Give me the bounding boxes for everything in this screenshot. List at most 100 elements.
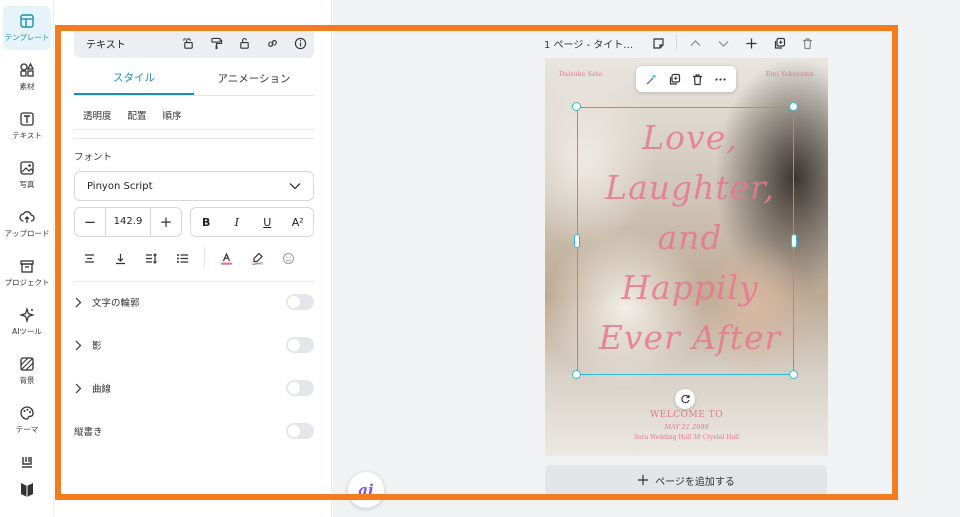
header-divider <box>676 35 677 51</box>
info-button[interactable] <box>286 32 314 54</box>
delete-element-button[interactable] <box>687 68 709 90</box>
rail-item-background[interactable]: 背景 <box>3 349 51 393</box>
chevron-right-icon[interactable] <box>74 383 92 394</box>
font-size-stepper: − 142.9 + <box>74 207 182 237</box>
link-icon <box>267 39 277 47</box>
resize-handle-bottom-right[interactable] <box>789 370 798 379</box>
resize-handle-top-right[interactable] <box>789 102 798 111</box>
info-icon <box>294 37 306 49</box>
unlock-button[interactable] <box>230 32 258 54</box>
more-horizontal-icon <box>715 77 726 81</box>
date-text: MAY 21 2099 <box>664 423 709 431</box>
text-align-button[interactable] <box>74 244 105 272</box>
rotate-button[interactable] <box>675 389 695 409</box>
emoji-button[interactable] <box>273 244 304 272</box>
duplicate-element-button[interactable] <box>664 68 686 90</box>
more-options-button[interactable] <box>710 68 732 90</box>
rail-item-ai-tools[interactable]: AIツール <box>3 300 51 344</box>
font-size-increase-button[interactable]: + <box>151 208 181 236</box>
subtab-align[interactable]: 配置 <box>128 104 147 130</box>
italic-button[interactable]: I <box>222 208 253 236</box>
shadow-switch[interactable] <box>286 337 314 353</box>
page-up-button[interactable] <box>681 32 709 54</box>
page-note-button[interactable] <box>644 32 672 54</box>
element-floating-toolbar <box>636 66 736 92</box>
text-color-button[interactable] <box>211 244 242 272</box>
subtab-order[interactable]: 順序 <box>163 104 182 130</box>
left-rail: テンプレート 素材 テキスト 写真 アップロード プロジェクト AIツール 背景… <box>0 0 54 517</box>
page-header: 1 ページ - タイト… <box>544 32 830 54</box>
duplicate-icon <box>774 37 785 49</box>
position-lock-icon <box>182 37 193 49</box>
resize-handle-left[interactable] <box>574 234 580 248</box>
magic-edit-button[interactable] <box>641 68 663 90</box>
text-color-icon <box>221 251 232 265</box>
text-icon <box>20 112 34 126</box>
page-down-button[interactable] <box>709 32 737 54</box>
rail-item-brand[interactable] <box>3 476 51 502</box>
ai-logo: ai <box>358 481 374 499</box>
font-size-decrease-button[interactable]: − <box>75 208 105 236</box>
vertical-text-switch[interactable] <box>286 423 314 439</box>
chevron-right-icon[interactable] <box>74 297 92 308</box>
unlock-icon <box>239 37 249 49</box>
font-select-value: Pinyon Script <box>87 180 153 192</box>
underline-button[interactable]: U <box>252 208 283 236</box>
bold-button[interactable]: B <box>191 208 222 236</box>
list-icon <box>177 253 188 263</box>
toggle-label: 影 <box>92 341 102 352</box>
paint-roller-button[interactable] <box>202 32 230 54</box>
text-style-panel: テキスト スタイル アニメーション 透明度 配置 順序 フォント Pinyon … <box>54 0 332 517</box>
rail-item-text[interactable]: テキスト <box>3 104 51 148</box>
list-button[interactable] <box>167 244 198 272</box>
lock-position-button[interactable] <box>174 32 202 54</box>
elements-icon <box>20 62 35 77</box>
link-button[interactable] <box>258 32 286 54</box>
font-size-value[interactable]: 142.9 <box>105 208 151 236</box>
rail-item-label: テキスト <box>12 131 42 140</box>
superscript-button[interactable]: A² <box>283 208 314 236</box>
duplicate-page-button[interactable] <box>765 32 793 54</box>
page-title[interactable]: 1 ページ - タイト… <box>544 36 644 51</box>
add-page-label: ページを追加する <box>655 476 735 488</box>
curve-switch[interactable] <box>286 380 314 396</box>
resize-handle-right[interactable] <box>791 234 797 248</box>
plus-icon <box>746 38 756 48</box>
resize-handle-top-left[interactable] <box>572 102 581 111</box>
ai-tools-icon <box>19 307 35 323</box>
rail-item-label: 素材 <box>19 82 35 91</box>
paint-roller-icon <box>210 37 222 49</box>
add-page-plus-button[interactable] <box>737 32 765 54</box>
vertical-align-icon <box>116 253 125 264</box>
rail-item-photo[interactable]: 写真 <box>3 153 51 197</box>
rail-item-theme[interactable]: テーマ <box>3 398 51 442</box>
rail-item-upload[interactable]: アップロード <box>3 202 51 246</box>
tab-style[interactable]: スタイル <box>74 62 194 95</box>
toggle-label: 縦書き <box>74 427 103 438</box>
rail-item-project[interactable]: プロジェクト <box>3 251 51 295</box>
toggle-row-vertical: 縦書き <box>74 418 314 444</box>
name-left: Daisuke Sato <box>559 70 603 78</box>
vertical-align-button[interactable] <box>105 244 136 272</box>
rotate-icon <box>680 394 690 403</box>
toggle-label: 文字の輪郭 <box>92 298 140 309</box>
rail-item-apps[interactable] <box>3 447 51 477</box>
ai-assistant-button[interactable]: ai <box>348 472 384 508</box>
chevron-right-icon[interactable] <box>74 340 92 351</box>
highlight-color-button[interactable] <box>242 244 273 272</box>
rail-item-template[interactable]: テンプレート <box>3 6 51 50</box>
welcome-text: WELCOME TO <box>649 410 724 420</box>
rail-item-label: アップロード <box>4 229 50 238</box>
selection-box <box>577 107 794 375</box>
rail-item-elements[interactable]: 素材 <box>3 55 51 99</box>
add-page-button[interactable]: ページを追加する <box>545 465 827 495</box>
marker-pen-icon <box>251 252 264 265</box>
subtab-opacity[interactable]: 透明度 <box>83 104 112 130</box>
delete-page-button[interactable] <box>793 32 821 54</box>
line-spacing-button[interactable] <box>136 244 167 272</box>
font-select[interactable]: Pinyon Script <box>74 171 314 201</box>
panel-title: テキスト <box>86 39 126 51</box>
tab-animation[interactable]: アニメーション <box>194 62 314 95</box>
resize-handle-bottom-left[interactable] <box>572 370 581 379</box>
outline-switch[interactable] <box>286 294 314 310</box>
